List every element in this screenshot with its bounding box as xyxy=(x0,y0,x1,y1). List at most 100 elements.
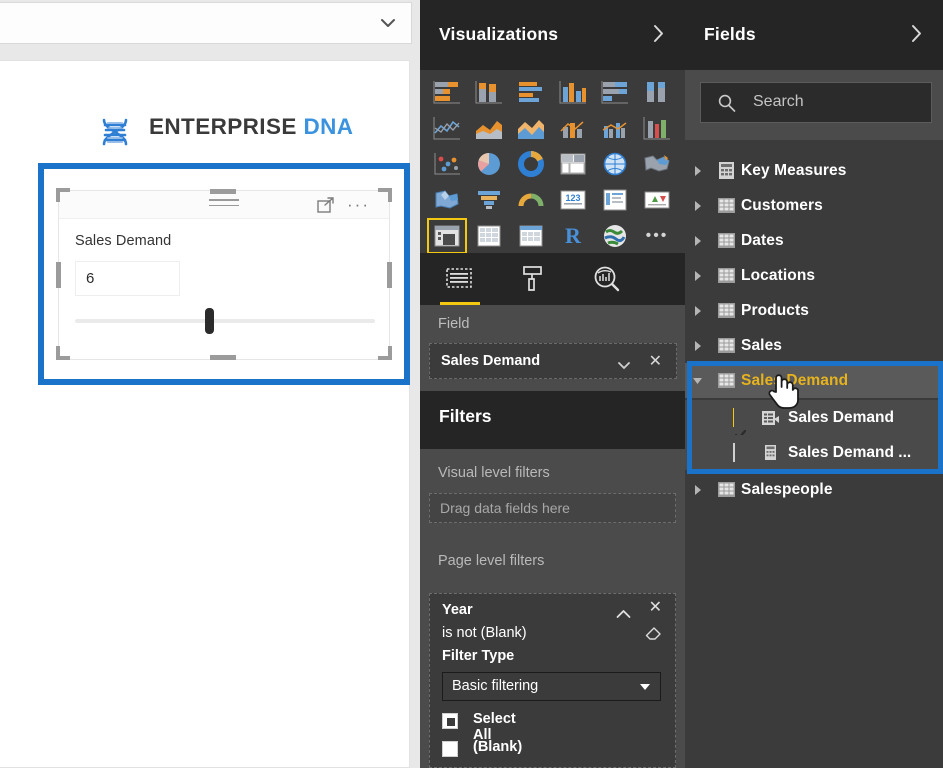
field-well-label: Field xyxy=(438,316,470,332)
selection-handle-top-right[interactable] xyxy=(378,188,392,202)
selection-handle-right-center[interactable] xyxy=(387,262,392,288)
field-table-key-measures[interactable]: Key Measures xyxy=(685,153,943,188)
hamburger-icon[interactable] xyxy=(209,199,239,211)
field-table-label: Products xyxy=(741,301,809,319)
selection-handle-bottom-right[interactable] xyxy=(378,346,392,360)
chevron-up-icon[interactable] xyxy=(616,606,631,618)
viz-line-and-stacked-column[interactable] xyxy=(555,112,591,144)
focus-mode-icon[interactable] xyxy=(316,196,335,215)
viz-matrix[interactable] xyxy=(513,220,549,252)
field-table-dates[interactable]: Dates xyxy=(685,223,943,258)
viz-slicer[interactable] xyxy=(427,218,467,254)
search-input[interactable]: Search xyxy=(700,82,932,123)
slicer-value-input[interactable]: 6 xyxy=(75,261,180,296)
logo-wordmark: ENTERPRISE DNA xyxy=(149,113,354,139)
visual-level-filters-dropzone[interactable]: Drag data fields here xyxy=(429,493,676,523)
field-table-locations[interactable]: Locations xyxy=(685,258,943,293)
chevron-right-icon[interactable] xyxy=(685,235,711,246)
chevron-right-icon[interactable] xyxy=(650,23,667,44)
visual-level-filters-placeholder: Drag data fields here xyxy=(440,500,570,516)
field-chip-sales-demand[interactable]: Sales Demand ✕ xyxy=(429,343,677,379)
tab-analytics[interactable] xyxy=(590,262,624,296)
viz-shape-map[interactable] xyxy=(429,184,465,216)
checkbox-unchecked[interactable] xyxy=(442,741,458,757)
viz-ribbon-chart[interactable] xyxy=(639,112,675,144)
table-icon xyxy=(711,197,741,214)
viz-funnel-chart[interactable] xyxy=(471,184,507,216)
field-table-salespeople[interactable]: Salespeople xyxy=(685,472,943,507)
chevron-down-icon xyxy=(379,14,397,32)
selection-handle-bottom-left[interactable] xyxy=(56,346,70,360)
slicer-slider-track[interactable] xyxy=(75,319,375,323)
tab-fields[interactable] xyxy=(440,262,480,305)
eraser-icon[interactable] xyxy=(645,626,662,641)
page-filter-card-year[interactable]: Year ✕ is not (Blank) Filter Type Basic … xyxy=(429,593,676,768)
selection-handle-left-center[interactable] xyxy=(56,262,61,288)
field-checkbox-checked[interactable] xyxy=(733,408,750,460)
viz-stacked-column-chart[interactable] xyxy=(471,76,507,108)
close-icon[interactable]: ✕ xyxy=(649,598,662,618)
ellipsis-icon: ••• xyxy=(645,227,669,244)
viz-pie-chart[interactable] xyxy=(471,148,507,180)
chevron-right-icon[interactable] xyxy=(685,165,711,176)
chevron-right-icon[interactable] xyxy=(908,23,925,44)
field-well-section: Field Sales Demand ✕ xyxy=(420,305,685,391)
chevron-right-icon[interactable] xyxy=(685,270,711,281)
visualization-pane-tabs[interactable] xyxy=(420,253,685,305)
chevron-right-icon[interactable] xyxy=(685,340,711,351)
more-options-icon[interactable]: ··· xyxy=(347,195,375,215)
viz-line-and-clustered-column[interactable] xyxy=(597,112,633,144)
selection-handle-bottom-center[interactable] xyxy=(210,355,236,360)
chevron-down-icon[interactable] xyxy=(685,377,711,385)
selection-handle-top-left[interactable] xyxy=(56,188,70,202)
viz-more-visuals[interactable]: ••• xyxy=(639,220,675,252)
viz-100-percent-stacked-bar[interactable] xyxy=(597,76,633,108)
table-icon xyxy=(711,481,741,498)
viz-clustered-bar-chart[interactable] xyxy=(513,76,549,108)
filter-type-select[interactable]: Basic filtering xyxy=(442,672,661,701)
fields-search-wrap: Search xyxy=(685,70,943,140)
chevron-down-icon[interactable] xyxy=(618,357,630,370)
viz-table[interactable] xyxy=(471,220,507,252)
field-table-customers[interactable]: Customers xyxy=(685,188,943,223)
field-item-sales-demand-measure[interactable]: Sales Demand ... xyxy=(685,435,943,470)
field-table-label: Locations xyxy=(741,266,816,284)
svg-text:123: 123 xyxy=(565,193,580,203)
tab-format[interactable] xyxy=(516,262,550,296)
viz-map[interactable] xyxy=(597,148,633,180)
visualization-type-grid[interactable]: 123 R ••• xyxy=(420,70,685,254)
field-item-sales-demand-column[interactable]: Sales Demand xyxy=(685,400,943,460)
viz-multi-row-card[interactable] xyxy=(597,184,633,216)
chevron-right-icon[interactable] xyxy=(685,305,711,316)
viz-gauge[interactable] xyxy=(513,184,549,216)
viz-scatter-chart[interactable] xyxy=(429,148,465,180)
logo-word-accent: DNA xyxy=(303,113,354,139)
viz-clustered-column-chart[interactable] xyxy=(555,76,591,108)
chevron-right-icon[interactable] xyxy=(685,200,711,211)
selection-handle-top-center[interactable] xyxy=(210,189,236,194)
viz-kpi[interactable] xyxy=(639,184,675,216)
viz-arcgis-map[interactable] xyxy=(597,220,633,252)
viz-stacked-bar-chart[interactable] xyxy=(429,76,465,108)
chevron-right-icon[interactable] xyxy=(685,484,711,495)
viz-card[interactable]: 123 xyxy=(555,184,591,216)
table-icon xyxy=(711,372,741,389)
field-table-sales[interactable]: Sales xyxy=(685,328,943,363)
viz-filled-map[interactable] xyxy=(639,148,675,180)
sales-demand-slicer-visual[interactable]: ··· Sales Demand 6 xyxy=(58,190,390,360)
checkbox-partial[interactable] xyxy=(442,713,458,729)
page-dropdown[interactable] xyxy=(0,2,412,44)
viz-area-chart[interactable] xyxy=(471,112,507,144)
viz-r-script-visual[interactable]: R xyxy=(555,220,591,252)
slicer-slider-thumb[interactable] xyxy=(205,308,214,334)
field-checkbox-unchecked[interactable] xyxy=(733,443,750,462)
field-table-products[interactable]: Products xyxy=(685,293,943,328)
viz-treemap[interactable] xyxy=(555,148,591,180)
viz-100-percent-stacked-column[interactable] xyxy=(639,76,675,108)
field-table-label: Key Measures xyxy=(741,161,847,179)
viz-line-chart[interactable] xyxy=(429,112,465,144)
viz-stacked-area-chart[interactable] xyxy=(513,112,549,144)
field-table-sales-demand[interactable]: Sales Demand xyxy=(685,363,943,398)
viz-donut-chart[interactable] xyxy=(513,148,549,180)
close-icon[interactable]: ✕ xyxy=(649,352,662,372)
